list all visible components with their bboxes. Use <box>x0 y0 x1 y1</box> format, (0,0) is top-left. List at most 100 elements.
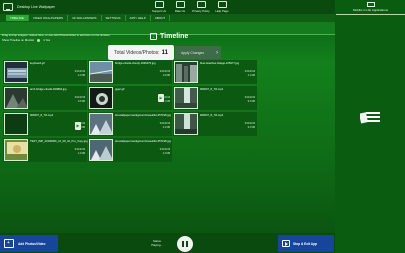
download-icon: ↓ <box>150 33 157 40</box>
file-name: 906607_8_7th.mp4 <box>200 88 224 91</box>
file-date: 9/14/2019 <box>159 123 170 125</box>
file-date: 9/14/2019 <box>159 97 170 99</box>
timeline-item[interactable]: 906607_8_7th.mp4 9/14/2019 6.3 MB <box>173 112 257 136</box>
file-name: blue-beaches-foliage-105977.jpg <box>200 62 240 65</box>
tab-app-help[interactable]: APP / HELP <box>126 15 151 21</box>
timeline-item[interactable]: blue-beaches-foliage-105977.jpg 9/14/201… <box>173 60 257 84</box>
timeline-item[interactable]: 906607_8_7th.mp4 9/14/2019 6.3 MB <box>173 86 257 110</box>
file-name: 906607_8_7th.mp4 <box>200 114 224 117</box>
playback-status: Status Playing... <box>141 239 173 247</box>
help-page-button[interactable]: Help Page <box>211 1 233 14</box>
file-size: 1.9 MB <box>162 75 170 77</box>
thumbnail <box>89 139 113 161</box>
stop-exit-label: Stop & Exit App <box>293 241 317 246</box>
file-date: 9/14/2019 <box>74 71 85 73</box>
file-date: 9/14/2019 <box>244 71 255 73</box>
total-value: 11 <box>161 49 168 56</box>
timeline-heading: ↓ Timeline <box>150 33 188 40</box>
apply-changes-button[interactable]: Apply Changes › <box>175 46 221 59</box>
support-icon <box>154 1 164 8</box>
brand-emblem-icon <box>360 112 380 124</box>
timeline-item[interactable]: 906607_8_7th.mp4 ▶ 9/14/2019 6.3 MB <box>3 112 87 136</box>
total-count-box: Total Videos/Photos: 11 <box>108 45 174 60</box>
thumbnail <box>174 61 198 83</box>
apply-label: Apply Changes <box>181 50 204 55</box>
file-size: 2.4 MB <box>162 127 170 129</box>
app-monitor-icon <box>3 3 13 11</box>
file-size: 1.2 MB <box>77 75 85 77</box>
file-date: 9/14/2019 <box>74 123 85 125</box>
side-panel <box>335 0 405 253</box>
pause-icon <box>182 241 184 247</box>
subheader-label: Show Timeline on Monitor <box>2 38 35 42</box>
timeline-grid: keyboard.gif 9/14/2019 1.2 MB bridge-clo… <box>3 60 257 162</box>
window-title: Desktop Live Wallpaper <box>17 5 55 9</box>
thumbnail <box>174 113 198 135</box>
file-name: arch-bridge-clouds-819894.jpg <box>30 88 67 91</box>
file-size: 6.3 MB <box>77 127 85 129</box>
tab-video-wallpapers[interactable]: VIDEO WALLPAPERS <box>29 15 69 21</box>
shield-icon <box>196 1 206 8</box>
timeline-item[interactable]: TEST_IMP_20190906_10_08_42_Pro_Copy.jpg … <box>3 138 88 162</box>
tab-about[interactable]: ABOUT <box>151 15 171 21</box>
file-date: 9/14/2019 <box>74 97 85 99</box>
drop-zone-hint: Drag & drop images / videos here, or use… <box>2 33 110 37</box>
file-name: ski-wallpaper-background-beautiful-35719… <box>115 114 171 117</box>
file-size: 6.3 MB <box>247 127 255 129</box>
rate-us-button[interactable]: Rate Us <box>169 1 191 14</box>
file-name: ski-wallpaper-background-beautiful-35719… <box>115 140 171 143</box>
file-date: 9/14/2019 <box>159 71 170 73</box>
file-name: TEST_IMP_20190906_10_08_42_Pro_Copy.jpg <box>30 140 88 143</box>
thumbnail <box>89 113 113 135</box>
status-value: Playing... <box>151 243 163 247</box>
file-size: 6.3 MB <box>247 101 255 103</box>
thumbnail <box>174 87 198 109</box>
exit-icon <box>282 240 290 247</box>
thumbnail <box>4 87 28 109</box>
stop-exit-button[interactable]: Stop & Exit App <box>278 235 334 252</box>
tab-settings[interactable]: SETTINGS <box>102 15 126 21</box>
file-date: 9/14/2019 <box>244 97 255 99</box>
privacy-policy-button[interactable]: Privacy Policy <box>190 1 212 14</box>
thumbnail <box>4 61 28 83</box>
side-divider <box>336 14 405 15</box>
total-label: Total Videos/Photos: <box>114 49 160 56</box>
pause-button[interactable] <box>177 236 193 252</box>
timeline-item[interactable]: giger.gif ▶ 9/14/2019 3.1 MB <box>88 86 172 110</box>
help-icon <box>217 1 227 8</box>
support-us-button[interactable]: Support Us <box>148 1 170 14</box>
app-window: Desktop Live Wallpaper Support Us Rate U… <box>0 0 335 253</box>
timeline-item[interactable]: ski-wallpaper-background-beautiful-35719… <box>88 138 172 162</box>
file-name: keyboard.gif <box>30 62 45 65</box>
support-us-label: Support Us <box>152 9 166 13</box>
status-dot-icon <box>37 38 41 42</box>
add-media-icon <box>4 239 14 248</box>
file-date: 9/14/2019 <box>244 123 255 125</box>
file-name: bridge-clouds-cloudy-1036476.jpg <box>115 62 156 65</box>
rate-us-label: Rate Us <box>174 9 186 13</box>
file-size: 1.4 MB <box>77 153 85 155</box>
star-icon <box>175 1 185 8</box>
timeline-item[interactable]: ski-wallpaper-background-beautiful-35719… <box>88 112 172 136</box>
file-name: giger.gif <box>115 88 125 91</box>
add-photos-label: Add Photos/Video <box>18 241 46 246</box>
chevron-right-icon: › <box>216 49 218 56</box>
thumbnail <box>89 61 113 83</box>
menu-bar: TIMELINE VIDEO WALLPAPERS 4K WALLPAPERS … <box>0 14 335 22</box>
file-date: 9/14/2019 <box>74 149 85 151</box>
add-photos-video-button[interactable]: Add Photos/Video <box>0 235 58 252</box>
tab-4k-wallpapers[interactable]: 4K WALLPAPERS <box>68 15 102 21</box>
timeline-item[interactable]: bridge-clouds-cloudy-1036476.jpg 9/14/20… <box>88 60 172 84</box>
timeline-item[interactable]: keyboard.gif 9/14/2019 1.2 MB <box>3 60 87 84</box>
timeline-title: Timeline <box>160 33 189 40</box>
file-size: 1.8 MB <box>77 101 85 103</box>
side-brand-text: Mobilis in Life Applications <box>352 8 389 12</box>
thumbnail <box>4 113 28 135</box>
monitor-selector[interactable]: Show Timeline on Monitor 1 Yes <box>2 38 50 42</box>
tab-timeline[interactable]: TIMELINE <box>6 15 29 21</box>
timeline-item[interactable]: arch-bridge-clouds-819894.jpg 9/14/2019 … <box>3 86 87 110</box>
file-name: 906607_8_7th.mp4 <box>30 114 54 117</box>
file-date: 9/14/2019 <box>159 149 170 151</box>
brand-logo-icon <box>367 2 375 7</box>
thumbnail <box>89 87 113 109</box>
